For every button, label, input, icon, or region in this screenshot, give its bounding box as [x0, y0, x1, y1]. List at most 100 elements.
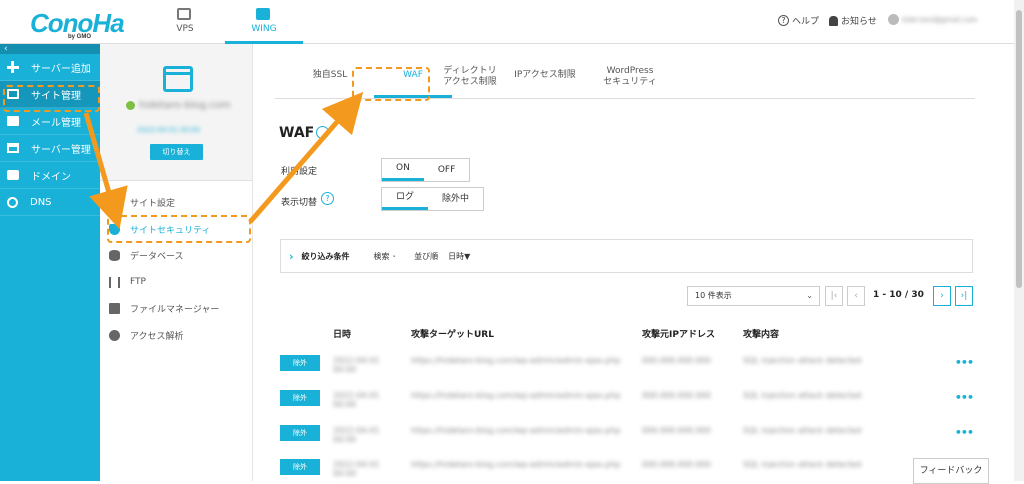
- info-icon[interactable]: [316, 126, 329, 139]
- sidebar-item-label: メール管理: [31, 117, 81, 129]
- sidebar-item-label: DNS: [30, 196, 52, 208]
- sidebar-item-domain[interactable]: ドメイン: [0, 162, 100, 189]
- bell-icon: [829, 15, 838, 26]
- sidebar-item-dns[interactable]: DNS: [0, 189, 100, 216]
- use-setting-label: 利用設定: [281, 167, 318, 177]
- row-date: 2022-04-01 00:00: [333, 460, 380, 478]
- user-menu[interactable]: hide-taro@gmail.com: [888, 14, 977, 25]
- sidebar-item-server[interactable]: サーバー管理: [0, 135, 100, 162]
- use-off-button[interactable]: OFF: [424, 159, 469, 181]
- page-title: WAF: [279, 125, 315, 141]
- switch-site-button[interactable]: 切り替え: [150, 144, 203, 160]
- site-card: hidetaro-blog.com 2022-04-01 00:00 切り替え: [100, 44, 252, 181]
- exclude-button[interactable]: 除外: [280, 355, 320, 371]
- filter-title: 絞り込み条件: [301, 251, 350, 261]
- per-page-select[interactable]: 10 件表示 ⌄: [687, 286, 820, 306]
- sidebar-collapse-button[interactable]: ‹: [0, 44, 100, 54]
- row-url: https://hidetaro-blog.com/wp-admin/admin…: [411, 391, 621, 400]
- tab-directory-access[interactable]: ディレクトリ アクセス制限: [435, 66, 505, 88]
- table-row: 除外 2022-04-01 00:00 https://hidetaro-blo…: [280, 420, 974, 446]
- server-icon: [7, 143, 19, 153]
- tab-label-2: セキュリティ: [603, 77, 657, 87]
- help-icon[interactable]: ?: [321, 192, 334, 205]
- sidebar-item-label: サーバー管理: [31, 144, 91, 156]
- conoha-logo[interactable]: ConoHa by GMO: [30, 8, 125, 40]
- menu-analytics[interactable]: アクセス解析: [109, 324, 249, 346]
- row-date: 2022-04-01 00:00: [333, 391, 380, 409]
- globe-icon: [7, 196, 18, 208]
- row-attack: SQL injection attack detected: [743, 356, 862, 365]
- sidebar-item-mail[interactable]: メール管理: [0, 108, 100, 135]
- menu-ftp[interactable]: FTP: [109, 271, 249, 293]
- tab-wordpress-security[interactable]: WordPress セキュリティ: [585, 66, 675, 88]
- column-header-ip: 攻撃元IPアドレス: [642, 330, 715, 340]
- ftp-icon: [109, 276, 120, 288]
- gear-icon: [109, 196, 120, 208]
- next-page-button[interactable]: ›: [933, 286, 951, 306]
- row-attack: SQL injection attack detected: [743, 426, 862, 435]
- display-setting-label: 表示切替: [281, 198, 318, 208]
- domain-icon: [7, 170, 19, 180]
- filter-search[interactable]: 検索 ･: [374, 251, 397, 262]
- row-attack: SQL injection attack detected: [743, 391, 862, 400]
- highlight-site-security: [107, 215, 251, 243]
- nav-tab-label: VPS: [176, 24, 194, 34]
- filter-bar[interactable]: › 絞り込み条件 検索 ･ 並び順 日時▼: [280, 239, 973, 273]
- last-page-button[interactable]: ›|: [955, 286, 973, 306]
- folder-icon: [109, 302, 120, 314]
- highlight-waf-tab: [352, 67, 430, 101]
- help-icon: ?: [778, 15, 789, 26]
- feedback-button[interactable]: フィードバック: [913, 458, 989, 484]
- tab-ip-access[interactable]: IPアクセス制限: [505, 70, 585, 81]
- row-date: 2022-04-01 00:00: [333, 356, 380, 374]
- site-date: 2022-04-01 00:00: [137, 126, 201, 134]
- exclude-button[interactable]: 除外: [280, 459, 320, 475]
- table-row: 除外 2022-04-01 00:00 https://hidetaro-blo…: [280, 385, 974, 411]
- display-log-button[interactable]: ログ: [382, 188, 429, 210]
- menu-site-settings[interactable]: サイト設定: [109, 191, 249, 213]
- nav-tab-vps[interactable]: VPS: [146, 0, 224, 44]
- help-link[interactable]: ? ヘルプ: [778, 14, 819, 27]
- exclude-button[interactable]: 除外: [280, 425, 320, 441]
- column-header-date: 日時: [333, 330, 352, 340]
- use-on-button[interactable]: ON: [382, 159, 424, 181]
- notify-link[interactable]: お知らせ: [829, 14, 877, 27]
- table-row: 除外 2022-04-01 00:00 https://hidetaro-blo…: [280, 350, 974, 376]
- exclude-button[interactable]: 除外: [280, 390, 320, 406]
- menu-file-manager[interactable]: ファイルマネージャー: [109, 297, 249, 319]
- row-url: https://hidetaro-blog.com/wp-admin/admin…: [411, 426, 621, 435]
- menu-label: アクセス解析: [130, 331, 184, 342]
- filter-sort-value[interactable]: 日時▼: [448, 251, 470, 262]
- logo-sub: by GMO: [68, 34, 92, 40]
- column-header-url: 攻撃ターゲットURL: [411, 330, 494, 340]
- first-page-button[interactable]: |‹: [825, 286, 843, 306]
- chevron-right-icon: ›: [289, 249, 294, 263]
- more-icon[interactable]: •••: [955, 426, 974, 439]
- page-scrollbar[interactable]: [1014, 0, 1024, 481]
- prev-page-button[interactable]: ‹: [847, 286, 865, 306]
- database-icon: [109, 249, 120, 261]
- server-icon: [177, 8, 191, 20]
- mail-icon: [7, 116, 19, 126]
- notify-label: お知らせ: [841, 17, 877, 27]
- main-content: 独自SSL WAF ディレクトリ アクセス制限 IPアクセス制限 WordPre…: [253, 44, 1014, 484]
- site-name-text: hidetaro-blog.com: [139, 100, 231, 111]
- highlight-sidebar-site-management: [3, 85, 100, 112]
- menu-database[interactable]: データベース: [109, 244, 249, 266]
- per-page-value: 10 件表示: [695, 291, 732, 300]
- browser-icon: [163, 66, 193, 92]
- row-ip: 000.000.000.000: [642, 426, 711, 435]
- nav-tab-label: WING: [251, 24, 277, 34]
- sidebar-item-label: ドメイン: [31, 171, 71, 183]
- nav-tab-wing[interactable]: WING: [225, 0, 303, 44]
- more-icon[interactable]: •••: [955, 391, 974, 404]
- sidebar-item-add-server[interactable]: サーバー追加: [0, 54, 100, 81]
- page-info: 1 - 10 / 30: [873, 290, 924, 300]
- tab-ssl[interactable]: 独自SSL: [300, 70, 360, 81]
- scrollbar-thumb[interactable]: [1016, 10, 1022, 288]
- column-header-attack: 攻撃内容: [743, 330, 780, 340]
- display-excluded-button[interactable]: 除外中: [428, 188, 483, 210]
- more-icon[interactable]: •••: [955, 356, 974, 369]
- user-email: hide-taro@gmail.com: [902, 15, 978, 24]
- menu-label: データベース: [130, 251, 184, 262]
